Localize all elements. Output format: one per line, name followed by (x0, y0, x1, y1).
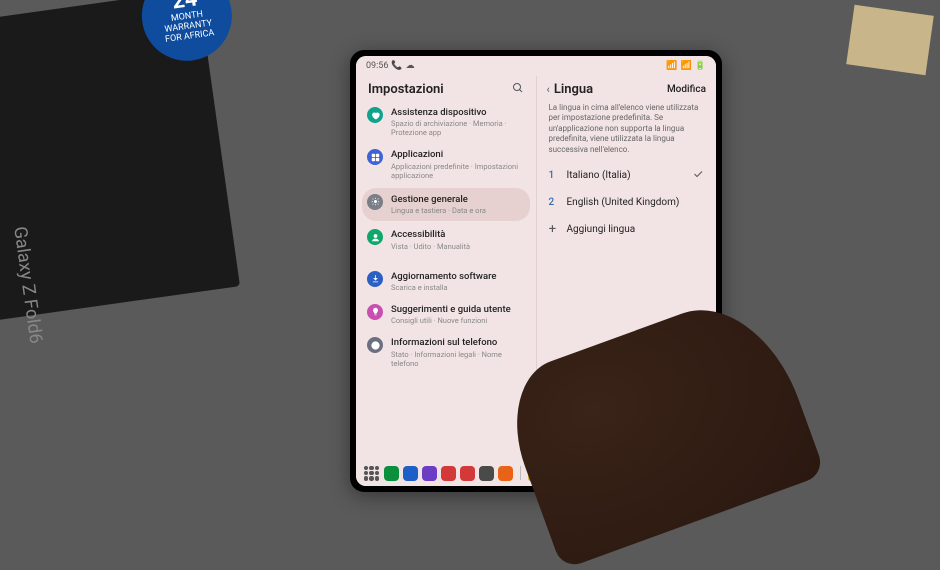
language-title: Lingua (554, 82, 667, 97)
settings-item-title: Aggiornamento software (391, 271, 525, 282)
settings-item-subtitle: Applicazioni predefinite · Impostazioni … (391, 162, 525, 180)
bulb-icon (367, 304, 383, 320)
language-description: La lingua in cima all'elenco viene utili… (537, 101, 717, 161)
settings-item[interactable]: Suggerimenti e guida utente Consigli uti… (356, 298, 536, 331)
taskbar-app-icon[interactable] (441, 466, 456, 481)
wood-block (846, 5, 934, 76)
settings-item-title: Informazioni sul telefono (391, 337, 525, 348)
apps-drawer-icon[interactable] (364, 466, 379, 481)
status-bar: 09:56 📞 ☁ 📶 📶 🔋 (356, 56, 716, 76)
edit-button[interactable]: Modifica (667, 84, 706, 95)
settings-item-title: Assistenza dispositivo (391, 107, 525, 118)
product-box: 24 MONTH WARRANTY FOR AFRICA Galaxy Z Fo… (0, 0, 240, 322)
language-name: Italiano (Italia) (567, 170, 683, 181)
cloud-icon: ☁ (406, 61, 415, 71)
language-name: English (United Kingdom) (567, 197, 705, 208)
person-icon (367, 229, 383, 245)
info-icon (367, 337, 383, 353)
signal-icon: 📶 (681, 61, 692, 71)
download-icon (367, 271, 383, 287)
settings-item-title: Gestione generale (391, 194, 519, 205)
check-icon (692, 168, 704, 183)
settings-title: Impostazioni (368, 82, 444, 97)
taskbar-app-icon[interactable] (384, 466, 399, 481)
add-language-button[interactable]: + Aggiungi lingua (537, 215, 717, 244)
language-item[interactable]: 1 Italiano (Italia) (537, 161, 717, 190)
back-icon[interactable]: ‹ (547, 83, 550, 96)
gear-icon (367, 194, 383, 210)
plus-icon: + (549, 222, 557, 237)
settings-item[interactable]: Applicazioni Applicazioni predefinite · … (356, 143, 536, 185)
taskbar-app-icon[interactable] (479, 466, 494, 481)
settings-item-subtitle: Spazio di archiviazione · Memoria · Prot… (391, 119, 525, 137)
settings-item-subtitle: Consigli utili · Nuove funzioni (391, 316, 525, 325)
settings-item-subtitle: Vista · Udito · Manualità (391, 242, 525, 251)
settings-item[interactable]: Accessibilità Vista · Udito · Manualità (356, 223, 536, 256)
wifi-icon: 📶 (666, 61, 677, 71)
settings-item-subtitle: Lingua e tastiera · Data e ora (391, 206, 519, 215)
settings-item[interactable]: Aggiornamento software Scarica e install… (356, 265, 536, 298)
notification-icon: 📞 (391, 61, 402, 71)
taskbar-divider (520, 466, 521, 480)
settings-item[interactable]: Assistenza dispositivo Spazio di archivi… (356, 101, 536, 143)
taskbar-app-icon[interactable] (460, 466, 475, 481)
settings-item-subtitle: Stato · Informazioni legali · Nome telef… (391, 350, 525, 368)
heart-icon (367, 107, 383, 123)
language-index: 1 (549, 170, 557, 181)
search-icon[interactable] (512, 82, 524, 97)
battery-icon: 🔋 (695, 61, 706, 71)
settings-item-title: Accessibilità (391, 229, 525, 240)
taskbar-app-icon[interactable] (498, 466, 513, 481)
product-brand-text: Galaxy Z Fold6 (9, 225, 46, 345)
grid-icon (367, 149, 383, 165)
settings-item-subtitle: Scarica e installa (391, 283, 525, 292)
language-item[interactable]: 2 English (United Kingdom) (537, 190, 717, 215)
warranty-badge: 24 MONTH WARRANTY FOR AFRICA (136, 0, 238, 67)
settings-item[interactable]: Informazioni sul telefono Stato · Inform… (356, 331, 536, 373)
taskbar-app-icon[interactable] (403, 466, 418, 481)
settings-item[interactable]: Gestione generale Lingua e tastiera · Da… (362, 188, 530, 221)
add-language-label: Aggiungi lingua (567, 224, 636, 235)
settings-pane: Impostazioni Assistenza dispositivo Spaz… (356, 76, 537, 460)
settings-item-title: Suggerimenti e guida utente (391, 304, 525, 315)
status-time: 09:56 (366, 61, 388, 71)
settings-item-title: Applicazioni (391, 149, 525, 160)
taskbar-app-icon[interactable] (422, 466, 437, 481)
language-index: 2 (549, 197, 557, 208)
